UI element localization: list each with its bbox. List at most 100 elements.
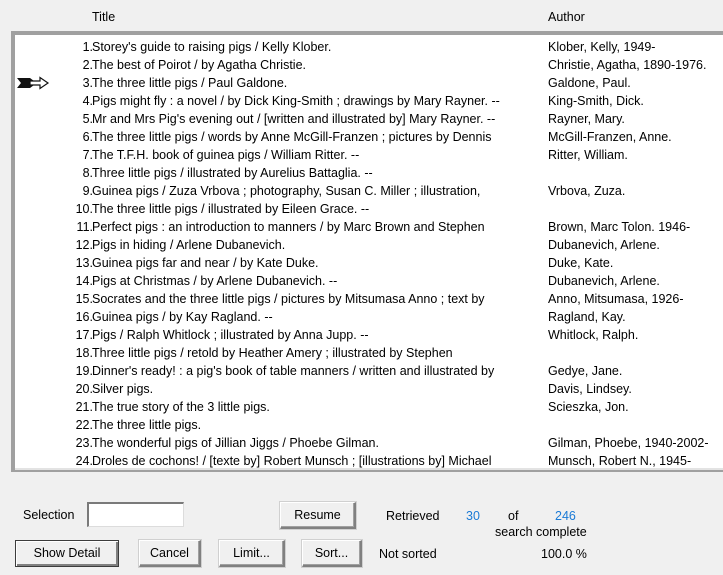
row-author: Scieszka, Jon. (548, 400, 629, 414)
list-item[interactable]: 20. Silver pigs. Davis, Lindsey. (15, 380, 723, 398)
list-item[interactable]: 23. The wonderful pigs of Jillian Jiggs … (15, 434, 723, 452)
row-number: 18. (75, 346, 93, 360)
show-detail-button[interactable]: Show Detail (15, 540, 119, 567)
row-author: Whitlock, Ralph. (548, 328, 639, 342)
row-title: Perfect pigs : an introduction to manner… (92, 220, 485, 234)
list-item[interactable]: 19. Dinner's ready! : a pig's book of ta… (15, 362, 723, 380)
row-number: 17. (75, 328, 93, 342)
row-number: 23. (75, 436, 93, 450)
row-author: Munsch, Robert N., 1945- (548, 454, 692, 468)
row-author: Gedye, Jane. (548, 364, 623, 378)
row-author: King-Smith, Dick. (548, 94, 644, 108)
list-item[interactable]: 6. The three little pigs / words by Anne… (15, 128, 723, 146)
row-number: 10. (75, 202, 93, 216)
row-title: Silver pigs. (92, 382, 154, 396)
row-number: 13. (75, 256, 93, 270)
row-author: Ragland, Kay. (548, 310, 626, 324)
of-label: of (508, 509, 519, 523)
row-title: Socrates and the three little pigs / pic… (92, 292, 485, 306)
row-author: Dubanevich, Arlene. (548, 238, 660, 252)
row-number: 14. (75, 274, 93, 288)
cancel-button[interactable]: Cancel (139, 540, 201, 567)
list-item[interactable]: 11. Perfect pigs : an introduction to ma… (15, 218, 723, 236)
row-author: Brown, Marc Tolon. 1946- (548, 220, 691, 234)
row-author: Ritter, William. (548, 148, 628, 162)
row-title: The true story of the 3 little pigs. (92, 400, 270, 414)
results-rows: 1. Storey's guide to raising pigs / Kell… (15, 38, 723, 470)
row-author: Rayner, Mary. (548, 112, 625, 126)
list-item[interactable]: 4. Pigs might fly : a novel / by Dick Ki… (15, 92, 723, 110)
resume-button[interactable]: Resume (280, 502, 356, 529)
row-author: Anno, Mitsumasa, 1926- (548, 292, 684, 306)
sort-status: Not sorted (379, 547, 437, 561)
search-status: search complete (495, 525, 587, 539)
list-item[interactable]: 2. The best of Poirot / by Agatha Christ… (15, 56, 723, 74)
row-title: Droles de cochons! / [texte by] Robert M… (92, 454, 492, 468)
row-author: Davis, Lindsey. (548, 382, 632, 396)
sort-button[interactable]: Sort... (302, 540, 362, 567)
row-author: Galdone, Paul. (548, 76, 631, 90)
list-item[interactable]: 12. Pigs in hiding / Arlene Dubanevich. … (15, 236, 723, 254)
list-item[interactable]: 22. The three little pigs. (15, 416, 723, 434)
row-author: Klober, Kelly, 1949- (548, 40, 656, 54)
row-number: 16. (75, 310, 93, 324)
row-number: 12. (75, 238, 93, 252)
list-item[interactable]: 15. Socrates and the three little pigs /… (15, 290, 723, 308)
results-list[interactable]: 1. Storey's guide to raising pigs / Kell… (11, 31, 723, 472)
list-item[interactable]: 16. Guinea pigs / by Kay Ragland. -- Rag… (15, 308, 723, 326)
list-item[interactable]: 14. Pigs at Christmas / by Arlene Dubane… (15, 272, 723, 290)
selection-label: Selection (23, 508, 75, 522)
row-title: Dinner's ready! : a pig's book of table … (92, 364, 495, 378)
total-count: 246 (555, 509, 576, 523)
row-number: 21. (75, 400, 93, 414)
row-title: Storey's guide to raising pigs / Kelly K… (92, 40, 332, 54)
column-header-author[interactable]: Author (548, 10, 585, 24)
row-title: Pigs at Christmas / by Arlene Dubanevich… (92, 274, 338, 288)
list-item[interactable]: 7. The T.F.H. book of guinea pigs / Will… (15, 146, 723, 164)
list-item[interactable]: 5. Mr and Mrs Pig's evening out / [writt… (15, 110, 723, 128)
row-number: 19. (75, 364, 93, 378)
list-item[interactable]: 1. Storey's guide to raising pigs / Kell… (15, 38, 723, 56)
selection-input[interactable] (87, 502, 184, 527)
list-item[interactable]: 13. Guinea pigs far and near / by Kate D… (15, 254, 723, 272)
row-title: The three little pigs / illustrated by E… (92, 202, 370, 216)
limit-button[interactable]: Limit... (219, 540, 285, 567)
list-item[interactable]: 24. Droles de cochons! / [texte by] Robe… (15, 452, 723, 470)
row-title: The T.F.H. book of guinea pigs / William… (92, 148, 360, 162)
retrieved-label: Retrieved (386, 509, 440, 523)
row-author: Christie, Agatha, 1890-1976. (548, 58, 707, 72)
row-author: Duke, Kate. (548, 256, 614, 270)
row-title: Guinea pigs far and near / by Kate Duke. (92, 256, 319, 270)
row-number: 15. (75, 292, 93, 306)
row-title: The three little pigs / Paul Galdone. (92, 76, 288, 90)
row-title: Guinea pigs / Zuza Vrbova ; photography,… (92, 184, 481, 198)
list-item[interactable]: 8. Three little pigs / illustrated by Au… (15, 164, 723, 182)
row-title: The three little pigs. (92, 418, 202, 432)
list-item[interactable]: 10. The three little pigs / illustrated … (15, 200, 723, 218)
row-number: 20. (75, 382, 93, 396)
row-author: Dubanevich, Arlene. (548, 274, 660, 288)
retrieved-count: 30 (466, 509, 480, 523)
row-title: Pigs might fly : a novel / by Dick King-… (92, 94, 500, 108)
list-item[interactable]: 17. Pigs / Ralph Whitlock ; illustrated … (15, 326, 723, 344)
row-title: Three little pigs / illustrated by Aurel… (92, 166, 373, 180)
row-author: McGill-Franzen, Anne. (548, 130, 672, 144)
row-author: Gilman, Phoebe, 1940-2002- (548, 436, 709, 450)
row-title: Mr and Mrs Pig's evening out / [written … (92, 112, 496, 126)
list-item[interactable]: 9. Guinea pigs / Zuza Vrbova ; photograp… (15, 182, 723, 200)
row-title: The best of Poirot / by Agatha Christie. (92, 58, 307, 72)
row-title: Three little pigs / retold by Heather Am… (92, 346, 453, 360)
pointing-arrow-icon (17, 76, 50, 90)
row-number: 22. (75, 418, 93, 432)
list-item[interactable]: 3. The three little pigs / Paul Galdone.… (15, 74, 723, 92)
row-title: Pigs / Ralph Whitlock ; illustrated by A… (92, 328, 369, 342)
percent-complete: 100.0 % (541, 547, 587, 561)
row-title: The three little pigs / words by Anne Mc… (92, 130, 492, 144)
list-item[interactable]: 21. The true story of the 3 little pigs.… (15, 398, 723, 416)
list-item[interactable]: 18. Three little pigs / retold by Heathe… (15, 344, 723, 362)
row-title: Guinea pigs / by Kay Ragland. -- (92, 310, 273, 324)
row-title: Pigs in hiding / Arlene Dubanevich. (92, 238, 286, 252)
row-author: Vrbova, Zuza. (548, 184, 626, 198)
row-number: 11. (76, 220, 93, 234)
column-header-title[interactable]: Title (92, 10, 115, 24)
